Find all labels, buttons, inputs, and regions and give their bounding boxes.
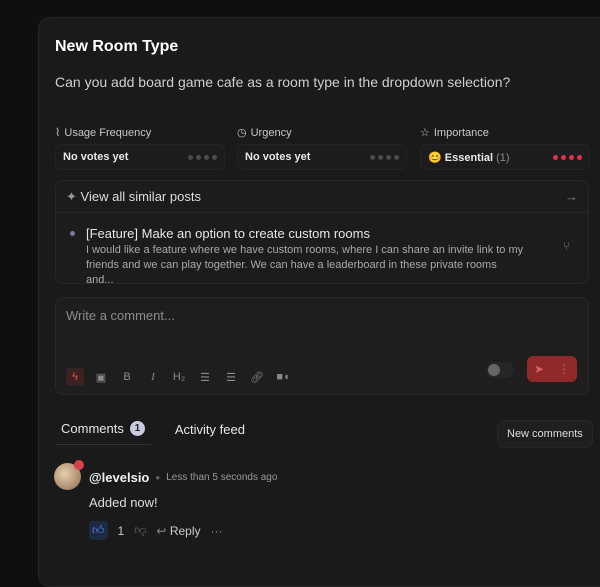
clock-icon: ◷	[237, 127, 247, 139]
comment-composer[interactable]: Write a comment... ϟ ▣ B I H₂ ☰ ☰ 🔗︎ ■◖ …	[55, 297, 589, 395]
similar-post-body: I would like a feature where we have cus…	[86, 244, 524, 286]
level-dots	[553, 154, 582, 160]
tab-activity-feed[interactable]: Activity feed	[169, 418, 251, 445]
tab-comments[interactable]: Comments 1	[55, 418, 151, 445]
comment-author[interactable]: @levelsio	[89, 470, 149, 485]
urgency-label: ◷ Urgency	[237, 126, 292, 140]
italic-button[interactable]: I	[144, 368, 162, 386]
send-button[interactable]: ➤ ⋮	[527, 356, 577, 382]
emoji-icon: 😊	[428, 151, 442, 164]
verified-badge-icon	[74, 460, 84, 470]
similar-posts: ✦ View all similar posts → [Feature] Make…	[55, 180, 589, 286]
post-panel: New Room Type Can you add board game caf…	[38, 17, 600, 587]
more-options-icon[interactable]: ···	[211, 524, 223, 538]
private-toggle[interactable]	[486, 362, 514, 378]
star-icon: ☆	[420, 127, 430, 139]
lightning-icon[interactable]: ϟ	[66, 368, 84, 386]
eye-icon	[488, 364, 500, 376]
view-similar-posts[interactable]: ✦ View all similar posts →	[56, 181, 588, 213]
like-count: 1	[117, 523, 125, 538]
reply-button[interactable]: ↩ Reply	[156, 524, 200, 538]
sparkle-icon: ✦	[66, 188, 77, 204]
level-dots	[370, 154, 399, 160]
heading-button[interactable]: H₂	[170, 368, 188, 386]
importance-label: ☆ Importance	[420, 126, 489, 140]
new-comments-button[interactable]: New comments	[497, 420, 593, 448]
pulse-icon: ⌇	[55, 127, 61, 139]
bullet-list-icon[interactable]: ☰	[196, 368, 214, 386]
level-dots	[188, 154, 217, 160]
comment-input[interactable]: Write a comment...	[66, 308, 175, 323]
numbered-list-icon[interactable]: ☰	[222, 368, 240, 386]
separator-dot: ●	[155, 473, 161, 482]
comment-text: Added now!	[89, 495, 158, 510]
like-button[interactable]: 👍︎	[89, 521, 108, 540]
arrow-right-icon: →	[565, 189, 578, 204]
image-icon[interactable]: ▣	[92, 368, 110, 386]
more-vertical-icon[interactable]: ⋮	[558, 362, 570, 376]
bullet-icon	[70, 231, 75, 236]
merge-icon[interactable]: ⑂	[563, 239, 570, 253]
usage-frequency-label: ⌇ Usage Frequency	[55, 126, 152, 140]
similar-post-title[interactable]: [Feature] Make an option to create custo…	[86, 226, 370, 241]
comments-count-badge: 1	[129, 421, 145, 436]
post-title: New Room Type	[55, 38, 179, 55]
importance-vote[interactable]: 😊 Essential (1)	[420, 144, 590, 170]
usage-frequency-vote[interactable]: No votes yet	[55, 144, 225, 170]
link-icon[interactable]: 🔗︎	[248, 368, 266, 386]
dislike-button[interactable]: 👎︎	[134, 523, 146, 538]
comment-time: Less than 5 seconds ago	[166, 472, 278, 483]
post-description: Can you add board game cafe as a room ty…	[55, 74, 511, 90]
bold-button[interactable]: B	[118, 368, 136, 386]
video-icon[interactable]: ■◖	[274, 368, 292, 386]
reply-icon: ↩	[156, 523, 167, 538]
send-icon: ➤	[533, 362, 545, 376]
urgency-vote[interactable]: No votes yet	[237, 144, 407, 170]
